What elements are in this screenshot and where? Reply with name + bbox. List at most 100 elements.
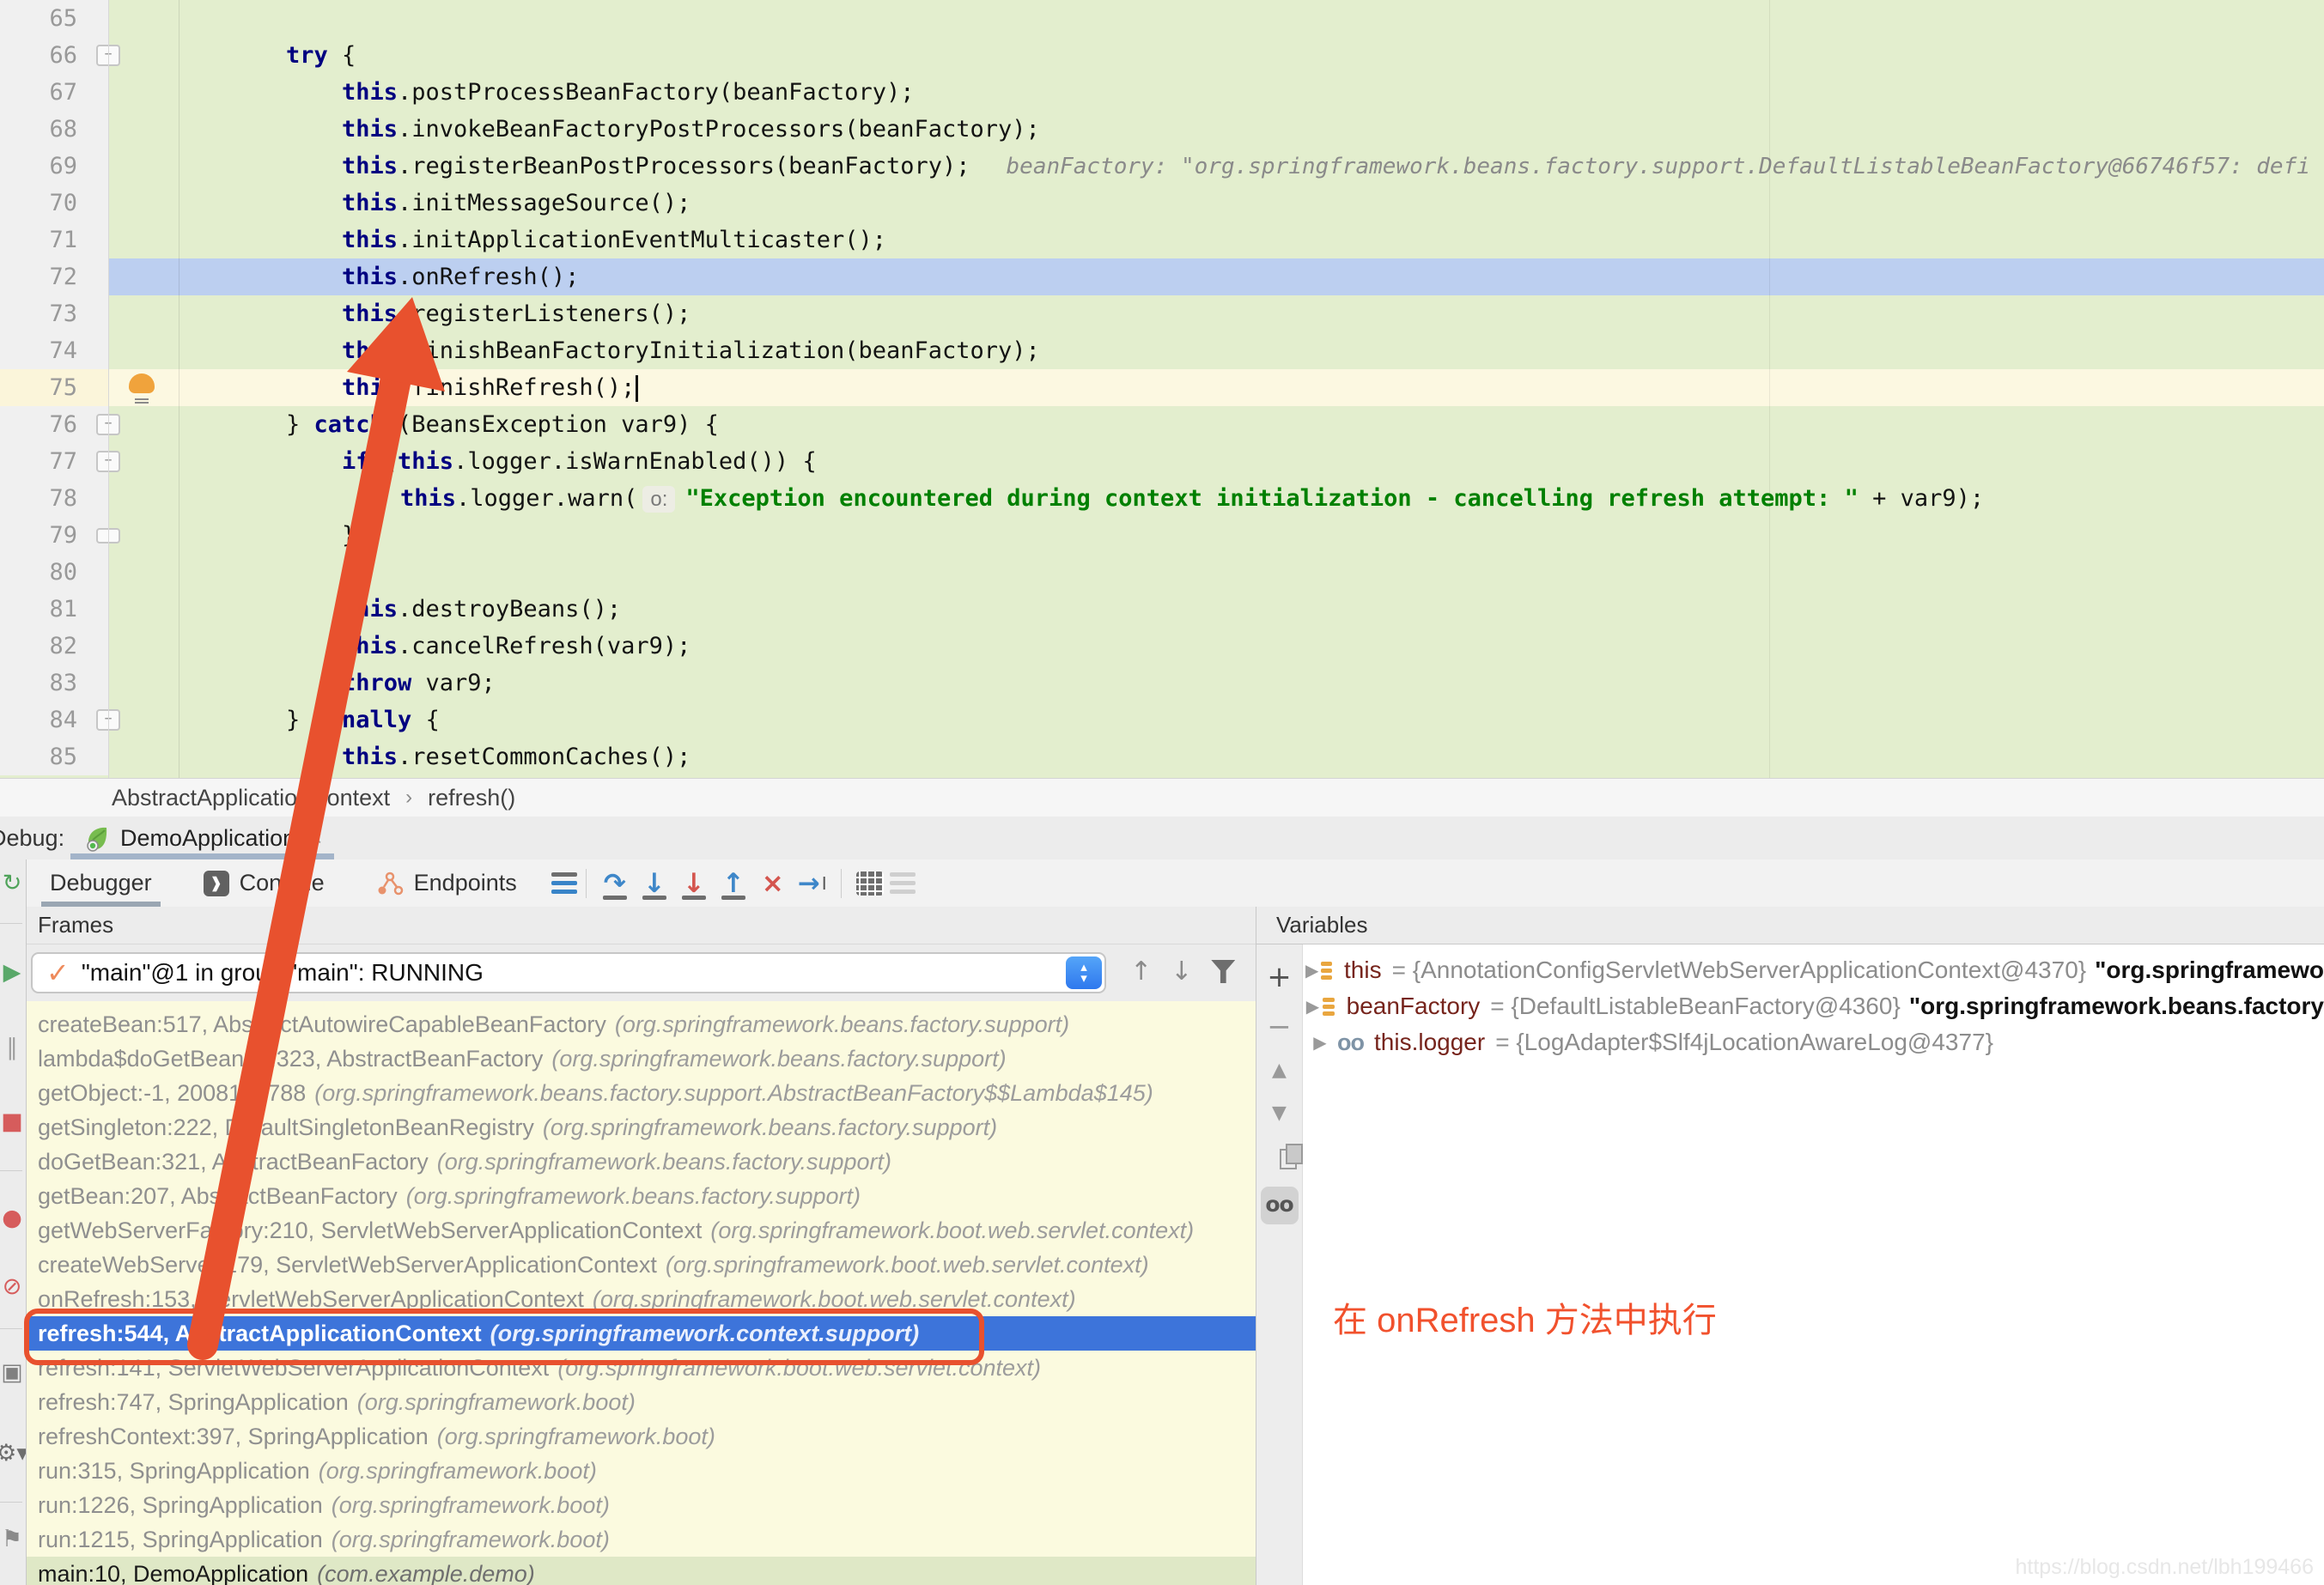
frame-location: getObject:-1, 2008106788: [38, 1080, 306, 1107]
editor-gutter[interactable]: 81: [0, 591, 108, 628]
frame-location: refresh:141, ServletWebServerApplication…: [38, 1355, 549, 1382]
editor-gutter[interactable]: 73: [0, 295, 108, 332]
restore-layout-icon[interactable]: [551, 868, 577, 898]
stack-frame-row[interactable]: onRefresh:153, ServletWebServerApplicati…: [26, 1282, 1256, 1316]
editor-gutter[interactable]: 84–: [0, 701, 108, 738]
intention-bulb-icon[interactable]: [129, 373, 155, 393]
editor-gutter[interactable]: 75: [0, 369, 108, 406]
stack-frame-row[interactable]: run:1215, SpringApplication(org.springfr…: [26, 1522, 1256, 1557]
stack-frame-row[interactable]: createWebServer:179, ServletWebServerApp…: [26, 1248, 1256, 1282]
value-icon: [1323, 998, 1335, 1016]
resume-icon[interactable]: ▶: [0, 959, 27, 986]
stack-frame-row[interactable]: lambda$doGetBean$0:323, AbstractBeanFact…: [26, 1041, 1256, 1076]
stack-frame-row[interactable]: getBean:207, AbstractBeanFactory(org.spr…: [26, 1179, 1256, 1213]
stack-frame-row[interactable]: main:10, DemoApplication(com.example.dem…: [26, 1557, 1256, 1585]
editor-gutter[interactable]: 80: [0, 554, 108, 591]
stack-frame-row[interactable]: run:315, SpringApplication(org.springfra…: [26, 1454, 1256, 1488]
editor-gutter[interactable]: 77–: [0, 443, 108, 480]
tab-console[interactable]: ❱ Console: [190, 859, 338, 907]
step-out-icon[interactable]: ↑: [714, 864, 753, 903]
thread-selector-dropdown[interactable]: ✓ "main"@1 in group "main": RUNNING ▴▾: [31, 952, 1106, 993]
editor-gutter[interactable]: 65: [0, 0, 108, 37]
editor-gutter[interactable]: 66–: [0, 37, 108, 74]
stack-frame-row[interactable]: refresh:747, SpringApplication(org.sprin…: [26, 1385, 1256, 1419]
editor-gutter[interactable]: 71: [0, 222, 108, 258]
stack-frame-row[interactable]: getSingleton:222, DefaultSingletonBeanRe…: [26, 1110, 1256, 1145]
frame-package: (org.springframework.context.support): [490, 1321, 920, 1347]
run-config-tab[interactable]: DemoApplication ×: [70, 817, 334, 859]
step-into-icon[interactable]: ↓: [635, 864, 674, 903]
pin-icon[interactable]: ⚑: [0, 1526, 27, 1552]
code-line: 70this.initMessageSource();: [0, 185, 2324, 222]
code-line-content: this.destroyBeans();: [108, 591, 2324, 628]
thread-up-icon[interactable]: ↑: [1130, 956, 1152, 987]
rerun-debugger-icon[interactable]: ↻: [0, 870, 27, 896]
editor-gutter[interactable]: 78: [0, 480, 108, 517]
editor-gutter[interactable]: 74: [0, 332, 108, 369]
editor-gutter[interactable]: 82: [0, 628, 108, 665]
tab-debugger[interactable]: Debugger: [36, 859, 166, 907]
frame-location: getSingleton:222, DefaultSingletonBeanRe…: [38, 1114, 534, 1141]
stack-frame-row[interactable]: getWebServerFactory:210, ServletWebServe…: [26, 1213, 1256, 1248]
editor-gutter[interactable]: 68: [0, 111, 108, 148]
dropdown-stepper-icon[interactable]: ▴▾: [1066, 956, 1102, 989]
move-watch-up-icon[interactable]: ▲: [1256, 1060, 1302, 1081]
add-watch-icon[interactable]: +: [1256, 960, 1302, 994]
thread-dump-icon[interactable]: ▣: [0, 1359, 27, 1386]
variable-row[interactable]: ▶beanFactory= {DefaultListableBeanFactor…: [1303, 988, 2324, 1024]
view-breakpoints-icon[interactable]: ●: [0, 1205, 27, 1231]
pause-icon[interactable]: ∥: [0, 1035, 27, 1061]
drop-frame-icon[interactable]: ×: [753, 864, 793, 903]
editor-gutter[interactable]: 67: [0, 74, 108, 111]
line-number: 81: [49, 596, 108, 622]
close-tab-icon[interactable]: ×: [309, 825, 322, 852]
frame-package: (org.springframework.beans.factory.suppo…: [406, 1183, 861, 1210]
expand-triangle-icon[interactable]: ▶: [1303, 996, 1323, 1017]
code-editor[interactable]: 6566–try {67this.postProcessBeanFactory(…: [0, 0, 2324, 778]
code-line: 71this.initApplicationEventMulticaster()…: [0, 222, 2324, 258]
settings-gear-icon[interactable]: ⚙▾: [0, 1440, 27, 1467]
stop-icon[interactable]: ■: [0, 1108, 27, 1135]
fold-marker-icon[interactable]: –: [96, 45, 120, 66]
code-token: this: [342, 744, 398, 770]
remove-watch-icon[interactable]: −: [1256, 1010, 1302, 1044]
stack-frame-row[interactable]: getObject:-1, 2008106788(org.springframe…: [26, 1076, 1256, 1110]
fold-marker-icon[interactable]: –: [96, 709, 120, 731]
thread-down-icon[interactable]: ↓: [1171, 956, 1192, 987]
editor-gutter[interactable]: 83: [0, 665, 108, 701]
code-token: this: [342, 374, 398, 401]
breadcrumb-class[interactable]: AbstractApplicationContext: [112, 785, 390, 811]
run-to-cursor-icon[interactable]: →I: [793, 864, 832, 903]
fold-marker-icon[interactable]: –: [96, 451, 120, 472]
variable-row[interactable]: ▶oothis.logger= {LogAdapter$Slf4jLocatio…: [1303, 1024, 2324, 1060]
move-watch-down-icon[interactable]: ▼: [1256, 1102, 1302, 1124]
stack-frame-row[interactable]: refresh:544, AbstractApplicationContext(…: [26, 1316, 1256, 1351]
stack-frame-row[interactable]: refresh:141, ServletWebServerApplication…: [26, 1351, 1256, 1385]
filter-icon[interactable]: [1211, 960, 1235, 983]
show-watches-icon[interactable]: oo: [1256, 1192, 1302, 1217]
editor-gutter[interactable]: 70: [0, 185, 108, 222]
force-step-into-icon[interactable]: ↓: [674, 864, 714, 903]
stack-frame-row[interactable]: run:1226, SpringApplication(org.springfr…: [26, 1488, 1256, 1522]
fold-marker-icon[interactable]: –: [96, 414, 120, 435]
breadcrumb-method[interactable]: refresh(): [428, 785, 515, 811]
variable-row[interactable]: ▶this= {AnnotationConfigServletWebServer…: [1303, 952, 2324, 988]
evaluate-expression-icon[interactable]: [850, 864, 890, 903]
expand-triangle-icon[interactable]: ▶: [1303, 1032, 1337, 1053]
editor-gutter[interactable]: 72: [0, 258, 108, 295]
variable-string-value: "org.springframewo: [2095, 956, 2324, 984]
watch-icon: oo: [1337, 1029, 1364, 1056]
editor-gutter[interactable]: 76–: [0, 406, 108, 443]
fold-marker-icon[interactable]: [96, 528, 120, 544]
step-over-icon[interactable]: ↷: [595, 864, 635, 903]
editor-gutter[interactable]: 69: [0, 148, 108, 185]
expand-triangle-icon[interactable]: ▶: [1303, 960, 1321, 981]
stack-frame-row[interactable]: refreshContext:397, SpringApplication(or…: [26, 1419, 1256, 1454]
stack-frame-row[interactable]: createBean:517, AbstractAutowireCapableB…: [26, 1007, 1256, 1041]
stack-frame-row[interactable]: doGetBean:321, AbstractBeanFactory(org.s…: [26, 1145, 1256, 1179]
trace-icon[interactable]: [890, 868, 916, 898]
editor-gutter[interactable]: 85: [0, 738, 108, 775]
tab-endpoints[interactable]: Endpoints: [362, 859, 531, 907]
mute-breakpoints-icon[interactable]: ⊘: [0, 1273, 27, 1300]
editor-gutter[interactable]: 79: [0, 517, 108, 554]
